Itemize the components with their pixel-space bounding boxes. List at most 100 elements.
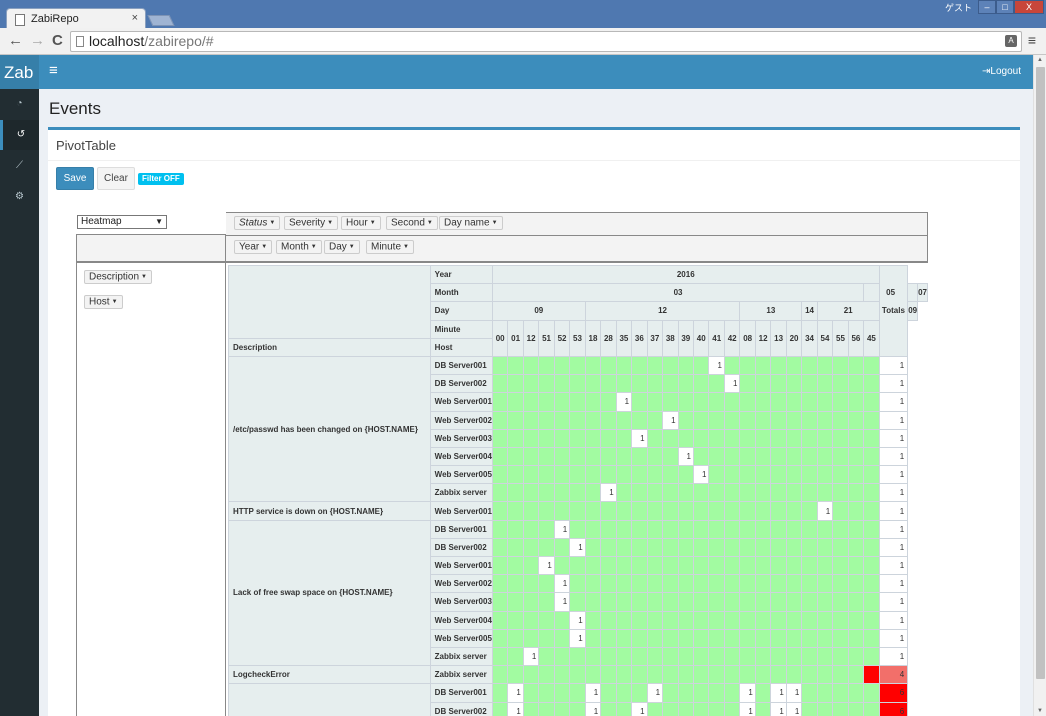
pill-dropdown-icon[interactable]: ▼	[141, 274, 147, 280]
heatmap-cell	[770, 392, 787, 412]
heatmap-cell	[832, 574, 849, 594]
heatmap-cell	[631, 355, 648, 376]
sidebar-toggle-icon[interactable]: ≡	[49, 62, 58, 79]
heatmap-cell	[692, 646, 710, 667]
pill-label: Severity	[289, 217, 326, 229]
heatmap-cell	[754, 501, 772, 521]
heatmap-cell	[538, 592, 555, 612]
heatmap-cell: 1	[708, 355, 725, 376]
pill-dropdown-icon[interactable]: ▼	[403, 244, 409, 250]
pill-dropdown-icon[interactable]: ▼	[261, 244, 267, 250]
heatmap-cell	[847, 428, 865, 448]
col-attr-minute[interactable]: Minute ▼	[366, 240, 414, 254]
heatmap-cell	[739, 428, 756, 448]
sidebar-item-settings[interactable]: ⚙	[0, 182, 39, 212]
row-total: 6	[878, 683, 909, 703]
sidebar-item-dashboard[interactable]: ◔	[0, 89, 39, 119]
heatmap-cell	[677, 483, 695, 503]
heatmap-cell	[692, 355, 710, 376]
row-total: 1	[878, 501, 909, 521]
heatmap-cell	[847, 374, 865, 394]
col-attr-year[interactable]: Year ▼	[234, 240, 273, 254]
logout-link[interactable]: ⇥Logout	[982, 66, 1021, 77]
row-total: 1	[878, 592, 909, 612]
brand-logo[interactable]: Zab	[0, 55, 39, 89]
pill-dropdown-icon[interactable]: ▼	[311, 244, 317, 250]
row-attr-host[interactable]: Host ▼	[84, 295, 123, 309]
unused-attr-day-name[interactable]: Day name ▼	[439, 216, 503, 230]
filter-status-badge[interactable]: Filter OFF	[138, 173, 184, 185]
heatmap-cell	[708, 374, 725, 394]
heatmap-cell	[677, 537, 695, 558]
unused-attr-status[interactable]: Status ▼	[234, 216, 281, 230]
heatmap-cell	[538, 665, 555, 685]
heatmap-cell	[708, 446, 725, 467]
heatmap-cell	[631, 410, 648, 430]
heatmap-cell	[662, 428, 679, 448]
heatmap-cell	[863, 555, 880, 576]
heatmap-cell	[739, 519, 756, 539]
window-close-button[interactable]: X	[1014, 0, 1044, 14]
pill-dropdown-icon[interactable]: ▼	[112, 299, 118, 305]
heatmap-cell	[863, 410, 880, 430]
heatmap-cell	[569, 483, 586, 503]
new-tab-button[interactable]	[147, 15, 175, 26]
unused-attr-hour[interactable]: Hour ▼	[341, 216, 381, 230]
clear-button[interactable]: Clear	[97, 167, 135, 190]
row-header-description	[228, 683, 431, 716]
pill-dropdown-icon[interactable]: ▼	[427, 220, 433, 226]
heatmap-cell	[770, 646, 787, 667]
pill-dropdown-icon[interactable]: ▼	[327, 220, 333, 226]
heatmap-cell	[646, 446, 664, 467]
row-header-host: DB Server002	[429, 701, 493, 716]
heatmap-cell	[584, 410, 602, 430]
row-total: 1	[878, 428, 909, 448]
heatmap-cell	[754, 392, 772, 412]
heatmap-cell	[816, 355, 834, 376]
back-button[interactable]: ←	[8, 32, 23, 49]
heatmap-cell	[677, 501, 695, 521]
pill-dropdown-icon[interactable]: ▼	[269, 220, 275, 226]
page-scrollbar[interactable]: ▲ ▼	[1033, 55, 1046, 716]
heatmap-cell	[522, 628, 540, 648]
save-button[interactable]: Save	[56, 167, 94, 190]
scroll-up-icon[interactable]: ▲	[1037, 57, 1043, 63]
heatmap-cell	[522, 555, 540, 576]
heatmap-cell	[863, 355, 880, 376]
heatmap-cell	[553, 646, 571, 667]
sidebar-item-history[interactable]: ↺	[0, 120, 39, 150]
col-header-month: 07	[917, 283, 928, 303]
pill-dropdown-icon[interactable]: ▼	[349, 244, 355, 250]
col-attr-day[interactable]: Day ▼	[324, 240, 360, 254]
table-row: DB Server001 1 1 1 1 1 1 6	[228, 683, 928, 716]
pill-dropdown-icon[interactable]: ▼	[370, 220, 376, 226]
col-attr-month[interactable]: Month ▼	[276, 240, 322, 254]
tab-close-icon[interactable]: ×	[132, 12, 138, 24]
heatmap-cell	[723, 446, 741, 467]
scrollbar-thumb[interactable]	[1036, 67, 1045, 679]
row-attr-description[interactable]: Description ▼	[84, 270, 152, 284]
translate-icon[interactable]: A	[1005, 35, 1017, 47]
heatmap-cell	[569, 446, 586, 467]
col-header-minute: 54	[816, 319, 834, 357]
heatmap-cell	[739, 410, 756, 430]
forward-button[interactable]: →	[30, 32, 45, 49]
address-bar[interactable]: localhost/zabirepo/# A	[70, 31, 1022, 52]
heatmap-cell	[507, 410, 524, 430]
unused-attr-severity[interactable]: Severity ▼	[284, 216, 339, 230]
heatmap-cell	[708, 574, 725, 594]
heatmap-cell	[553, 410, 571, 430]
unused-attr-second[interactable]: Second ▼	[386, 216, 438, 230]
browser-menu-icon[interactable]: ≡	[1028, 33, 1036, 47]
heatmap-cell	[754, 610, 772, 630]
heatmap-cell	[522, 537, 540, 558]
scroll-down-icon[interactable]: ▼	[1037, 708, 1043, 714]
pivot-corner	[228, 265, 431, 339]
window-maximize-button[interactable]: □	[996, 0, 1014, 14]
reload-button[interactable]: C	[52, 32, 63, 49]
sidebar-item-chart[interactable]: ⟋	[0, 151, 39, 181]
pill-dropdown-icon[interactable]: ▼	[492, 220, 498, 226]
browser-tab[interactable]: ZabiRepo ×	[6, 8, 146, 30]
window-minimize-button[interactable]: –	[978, 0, 996, 14]
renderer-select[interactable]: Heatmap ▼	[77, 215, 167, 229]
